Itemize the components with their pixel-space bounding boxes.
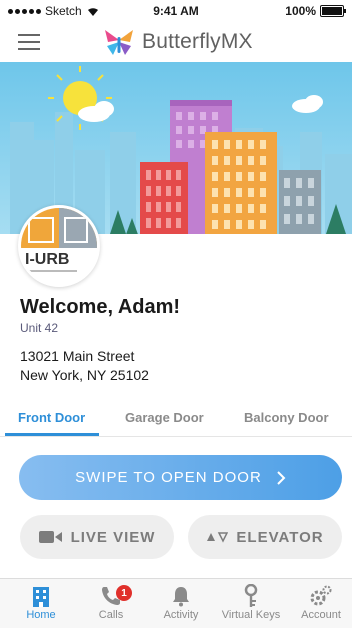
video-camera-icon — [38, 531, 62, 543]
swipe-to-open-button[interactable]: SWIPE TO OPEN DOOR — [19, 455, 342, 500]
battery-status: 100% — [285, 4, 346, 18]
hamburger-menu-icon[interactable] — [18, 34, 40, 50]
avatar-text: I-URB — [25, 251, 69, 268]
tab-garage-door[interactable]: Garage Door — [125, 410, 204, 425]
bottom-nav-home[interactable]: Home — [6, 583, 76, 621]
gear-icon — [310, 585, 332, 606]
tab-front-door[interactable]: Front Door — [18, 410, 85, 425]
battery-icon — [320, 5, 346, 17]
avatar[interactable]: I-URB — [18, 205, 100, 287]
bottom-tab-bar: Home 1 Calls Activity Virtual Keys Accou… — [0, 578, 352, 628]
nav-bar: ButterflyMX — [0, 22, 352, 62]
butterfly-logo-icon — [105, 30, 133, 55]
bottom-nav-home-label: Home — [26, 609, 56, 621]
bell-icon — [173, 587, 189, 607]
brand-logo: ButterflyMX — [102, 28, 253, 56]
brand-name: ButterflyMX — [142, 30, 253, 53]
elevator-label: ELEVATOR — [236, 528, 324, 546]
tab-balcony-door[interactable]: Balcony Door — [244, 410, 329, 425]
bottom-nav-virtual-keys-label: Virtual Keys — [221, 609, 281, 621]
unit-label: Unit 42 — [20, 321, 59, 335]
building-icon — [33, 587, 49, 607]
bottom-nav-account-label: Account — [301, 609, 341, 621]
address-line-1: 13021 Main Street — [20, 348, 135, 364]
calls-badge: 1 — [116, 585, 132, 601]
welcome-heading: Welcome, Adam! — [20, 296, 181, 318]
elevator-arrows-icon — [207, 532, 229, 543]
chevron-right-icon — [277, 470, 286, 485]
bottom-nav-virtual-keys[interactable]: Virtual Keys — [216, 583, 286, 621]
battery-percent: 100% — [285, 4, 316, 18]
address-line-2: New York, NY 25102 — [20, 367, 149, 383]
bottom-nav-activity-label: Activity — [163, 609, 199, 621]
active-tab-indicator — [5, 433, 99, 436]
live-view-label: LIVE VIEW — [70, 528, 156, 546]
key-icon — [244, 584, 258, 607]
bottom-nav-calls[interactable]: 1 Calls — [76, 583, 146, 621]
bottom-nav-activity[interactable]: Activity — [146, 583, 216, 621]
bottom-nav-calls-label: Calls — [98, 609, 124, 621]
elevator-button[interactable]: ELEVATOR — [188, 515, 342, 559]
live-view-button[interactable]: LIVE VIEW — [20, 515, 174, 559]
door-tabs: Front Door Garage Door Balcony Door — [0, 400, 352, 437]
bottom-nav-account[interactable]: Account — [286, 583, 352, 621]
swipe-label: SWIPE TO OPEN DOOR — [75, 469, 262, 486]
status-bar: Sketch 9:41 AM 100% — [0, 0, 352, 22]
